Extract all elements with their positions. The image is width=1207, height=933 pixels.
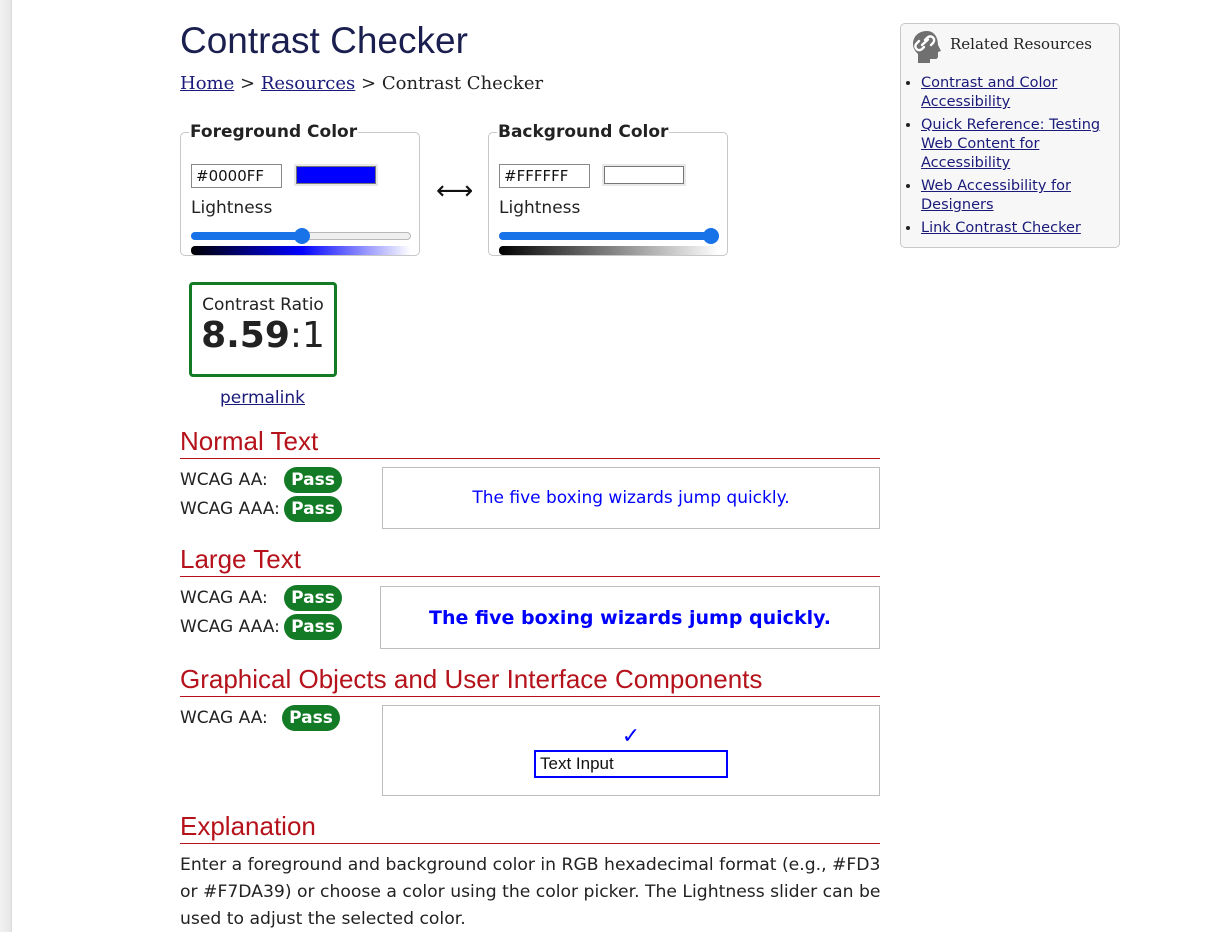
background-slider-fill (499, 232, 710, 240)
explanation-heading: Explanation (180, 811, 880, 844)
normal-text-heading: Normal Text (180, 426, 880, 459)
normal-aa-label: WCAG AA: (180, 470, 268, 490)
foreground-lightness-slider[interactable] (191, 228, 411, 244)
contrast-ratio-box: Contrast Ratio 8.59:1 (189, 282, 337, 377)
list-item: Link Contrast Checker (921, 219, 1111, 238)
breadcrumb-separator: > (361, 73, 377, 94)
contrast-ratio-number: 8.59 (201, 315, 290, 356)
graphical-aa-pass-badge: Pass (282, 705, 340, 731)
breadcrumb: Home > Resources > Contrast Checker (180, 73, 543, 94)
contrast-ratio-suffix: :1 (289, 315, 325, 356)
large-aaa-label: WCAG AAA: (180, 617, 280, 637)
large-text-sample: The five boxing wizards jump quickly. (380, 586, 880, 649)
background-color-picker: Background Color Lightness (488, 122, 728, 256)
foreground-color-swatch[interactable] (294, 164, 378, 186)
normal-text-sample: The five boxing wizards jump quickly. (382, 467, 880, 529)
large-text-heading: Large Text (180, 544, 880, 577)
link-head-icon (913, 31, 941, 63)
large-aa-label: WCAG AA: (180, 588, 268, 608)
background-legend: Background Color (498, 122, 669, 142)
normal-aa-pass-badge: Pass (284, 467, 342, 493)
sample-text-input: Text Input (534, 749, 728, 778)
page-title: Contrast Checker (180, 20, 468, 61)
normal-aaa-pass-badge: Pass (284, 496, 342, 522)
background-slider-thumb[interactable] (703, 228, 719, 244)
foreground-lightness-gradient (191, 246, 411, 255)
background-lightness-label: Lightness (499, 198, 581, 218)
foreground-color-picker: Foreground Color Lightness (180, 122, 420, 256)
foreground-slider-thumb[interactable] (294, 228, 310, 244)
foreground-legend: Foreground Color (190, 122, 358, 142)
graphical-objects-heading: Graphical Objects and User Interface Com… (180, 664, 880, 697)
graphical-aa-label: WCAG AA: (180, 708, 268, 728)
related-link-link-contrast-checker[interactable]: Link Contrast Checker (921, 220, 1081, 236)
list-item: Quick Reference: Testing Web Content for… (921, 116, 1111, 173)
background-hex-input[interactable] (499, 164, 590, 188)
background-color-swatch[interactable] (602, 164, 686, 186)
permalink-link[interactable]: permalink (220, 388, 305, 408)
foreground-hex-input[interactable] (191, 164, 282, 188)
checkmark-icon: ✓ (621, 723, 641, 749)
contrast-ratio-value: 8.59:1 (192, 315, 334, 356)
list-item: Web Accessibility for Designers (921, 177, 1111, 215)
graphical-objects-sample: ✓ Text Input (382, 705, 880, 796)
breadcrumb-separator: > (240, 73, 256, 94)
contrast-ratio-label: Contrast Ratio (202, 295, 324, 315)
related-resources-list: Contrast and Color Accessibility Quick R… (901, 74, 1111, 242)
breadcrumb-home-link[interactable]: Home (180, 73, 234, 94)
page-edge-shadow (0, 0, 12, 932)
related-resources-title: Related Resources (950, 35, 1092, 53)
related-link-accessibility-for-designers[interactable]: Web Accessibility for Designers (921, 178, 1071, 213)
foreground-lightness-label: Lightness (191, 198, 273, 218)
large-aaa-pass-badge: Pass (284, 614, 342, 640)
related-link-contrast-color-accessibility[interactable]: Contrast and Color Accessibility (921, 75, 1057, 110)
normal-aaa-label: WCAG AAA: (180, 499, 280, 519)
left-right-arrow-icon[interactable]: ⟷ (436, 176, 473, 206)
related-resources-panel: Related Resources Contrast and Color Acc… (900, 23, 1120, 248)
background-lightness-gradient (499, 246, 719, 255)
breadcrumb-current: Contrast Checker (381, 73, 544, 94)
foreground-slider-fill (191, 232, 301, 240)
large-aa-pass-badge: Pass (284, 585, 342, 611)
explanation-text: Enter a foreground and background color … (180, 855, 881, 929)
breadcrumb-resources-link[interactable]: Resources (261, 73, 355, 94)
related-link-quick-reference-testing[interactable]: Quick Reference: Testing Web Content for… (921, 117, 1100, 171)
list-item: Contrast and Color Accessibility (921, 74, 1111, 112)
background-lightness-slider[interactable] (499, 228, 719, 244)
